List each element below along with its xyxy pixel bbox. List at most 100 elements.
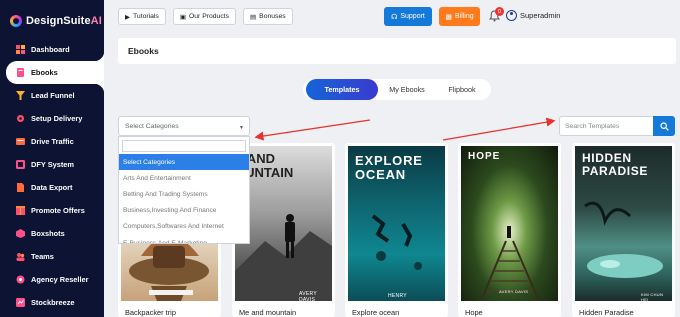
billing-button[interactable]: ▦ Billing <box>439 7 480 26</box>
sidebar-item-label: Boxshots <box>31 229 65 238</box>
support-label: Support <box>400 13 425 20</box>
search-input[interactable]: Search Templates <box>559 116 654 136</box>
paradise-illustration <box>584 201 663 278</box>
offer-icon <box>16 206 25 215</box>
sidebar-item-drive-traffic[interactable]: Drive Traffic <box>0 130 104 153</box>
user-menu[interactable]: Superadmin <box>506 10 560 21</box>
avatar <box>506 10 517 21</box>
sidebar-item-label: Data Export <box>31 183 73 192</box>
category-option[interactable]: Select Categories <box>119 154 249 171</box>
template-name: Hope <box>465 308 483 317</box>
category-option[interactable]: Betting And Trading Systems <box>119 186 249 202</box>
billing-label: Billing <box>454 13 474 20</box>
username: Superadmin <box>520 11 561 20</box>
support-button[interactable]: ☊ Support <box>384 7 432 26</box>
sidebar-nav: Dashboard Ebooks Lead Funnel Setup Deliv… <box>0 38 104 314</box>
stock-icon <box>16 298 25 307</box>
sidebar-item-setup-delivery[interactable]: Setup Delivery <box>0 107 104 130</box>
play-icon: ▶ <box>125 13 130 21</box>
sidebar-item-agency-reseller[interactable]: Agency Reseller <box>0 268 104 291</box>
traffic-icon <box>16 137 25 146</box>
dashboard-icon <box>16 45 25 54</box>
diver-illustration <box>371 214 422 270</box>
sidebar-item-label: Ebooks <box>31 68 58 77</box>
products-icon: ▣ <box>179 13 186 21</box>
tab-my-ebooks[interactable]: My Ebooks <box>378 79 436 100</box>
category-select[interactable]: Select Categories ▼ <box>118 116 250 136</box>
template-card[interactable]: HIDDEN PARADISE KIM CHUN HEI Hidden Para… <box>572 143 675 317</box>
sidebar-item-stockbreeze[interactable]: Stockbreeze <box>0 291 104 314</box>
logo-mark-icon <box>10 15 22 27</box>
chevron-down-icon: ▼ <box>239 125 244 131</box>
funnel-icon <box>16 91 25 100</box>
tab-templates[interactable]: Templates <box>306 79 378 100</box>
team-icon <box>16 252 25 261</box>
system-icon <box>16 160 25 169</box>
bonuses-button[interactable]: ▤ Bonuses <box>243 8 293 25</box>
export-icon <box>16 183 25 192</box>
category-select-value: Select Categories <box>125 123 179 130</box>
template-cover[interactable]: EXPLORE OCEAN HENRY <box>348 146 445 301</box>
gift-icon: ▤ <box>250 13 257 21</box>
brand-name: DesignSuiteAI <box>26 15 102 27</box>
template-name: Backpacker trip <box>125 308 176 317</box>
sidebar-item-boxshots[interactable]: Boxshots <box>0 222 104 245</box>
template-cover[interactable]: HOPE AVERY DAVIS <box>461 146 558 301</box>
billing-icon: ▦ <box>445 13 452 21</box>
template-card[interactable]: HOPE AVERY DAVIS Hope <box>458 143 561 317</box>
sidebar-item-teams[interactable]: Teams <box>0 245 104 268</box>
cover-author: AVERY DAVIS <box>299 291 317 301</box>
sidebar-item-label: Dashboard <box>31 45 70 54</box>
sidebar-item-label: Stockbreeze <box>31 298 75 307</box>
reseller-icon <box>16 275 25 284</box>
sidebar-item-promote-offers[interactable]: Promote Offers <box>0 199 104 222</box>
search-icon <box>659 121 669 131</box>
template-card[interactable]: EXPLORE OCEAN HENRY Explore ocean <box>345 143 448 317</box>
box-icon <box>16 229 25 238</box>
sidebar-item-label: Teams <box>31 252 54 261</box>
tab-flipbook[interactable]: Flipbook <box>436 79 488 100</box>
sidebar-item-label: Promote Offers <box>31 206 85 215</box>
sidebar-item-dashboard[interactable]: Dashboard <box>0 38 104 61</box>
template-name: Me and mountain <box>239 308 297 317</box>
ebook-icon <box>16 68 25 77</box>
arrow-to-category-select <box>254 119 371 141</box>
gear-icon <box>16 114 25 123</box>
our-products-button[interactable]: ▣ Our Products <box>172 8 237 25</box>
bonuses-label: Bonuses <box>259 13 286 20</box>
category-option[interactable]: E-Business And E-Marketing <box>119 235 249 243</box>
tutorials-button[interactable]: ▶ Tutorials <box>118 8 166 25</box>
our-products-label: Our Products <box>188 13 230 20</box>
template-name: Hidden Paradise <box>579 308 634 317</box>
sidebar-item-data-export[interactable]: Data Export <box>0 176 104 199</box>
sidebar-item-dfy-system[interactable]: DFY System <box>0 153 104 176</box>
arrow-to-search <box>442 117 556 141</box>
page-title: Ebooks <box>128 46 159 56</box>
category-dropdown: Select Categories Arts And Entertainment… <box>118 136 250 244</box>
category-option[interactable]: Business,Investing And Finance <box>119 203 249 219</box>
tutorials-label: Tutorials <box>133 13 159 20</box>
category-option[interactable]: Computers,Softwares And Internet <box>119 219 249 235</box>
sidebar-item-ebooks[interactable]: Ebooks <box>6 51 104 94</box>
railway-illustration <box>480 226 540 301</box>
template-name: Explore ocean <box>352 308 400 317</box>
sidebar-item-label: Drive Traffic <box>31 137 74 146</box>
sidebar-item-label: Agency Reseller <box>31 275 89 284</box>
cover-author: KIM CHUN HEI <box>641 292 664 301</box>
sidebar-item-label: DFY System <box>31 160 74 169</box>
sidebar: DesignSuiteAI Dashboard Ebooks Lead Funn… <box>0 0 104 317</box>
sidebar-item-label: Setup Delivery <box>31 114 83 123</box>
brand-logo[interactable]: DesignSuiteAI <box>0 0 104 32</box>
search-placeholder: Search Templates <box>565 123 620 130</box>
category-search-input[interactable] <box>122 140 246 152</box>
ebook-tabs: Templates My Ebooks Flipbook <box>303 79 491 100</box>
category-option[interactable]: Arts And Entertainment <box>119 170 249 186</box>
headset-icon: ☊ <box>391 13 398 21</box>
sidebar-item-label: Lead Funnel <box>31 91 75 100</box>
template-cover[interactable]: HIDDEN PARADISE KIM CHUN HEI <box>575 146 672 301</box>
search-button[interactable] <box>653 116 675 136</box>
cover-author: HENRY <box>388 293 407 299</box>
sidebar-item-lead-funnel[interactable]: Lead Funnel <box>0 84 104 107</box>
page-header: Ebooks <box>118 38 676 64</box>
cover-author: AVERY DAVIS <box>499 289 529 294</box>
